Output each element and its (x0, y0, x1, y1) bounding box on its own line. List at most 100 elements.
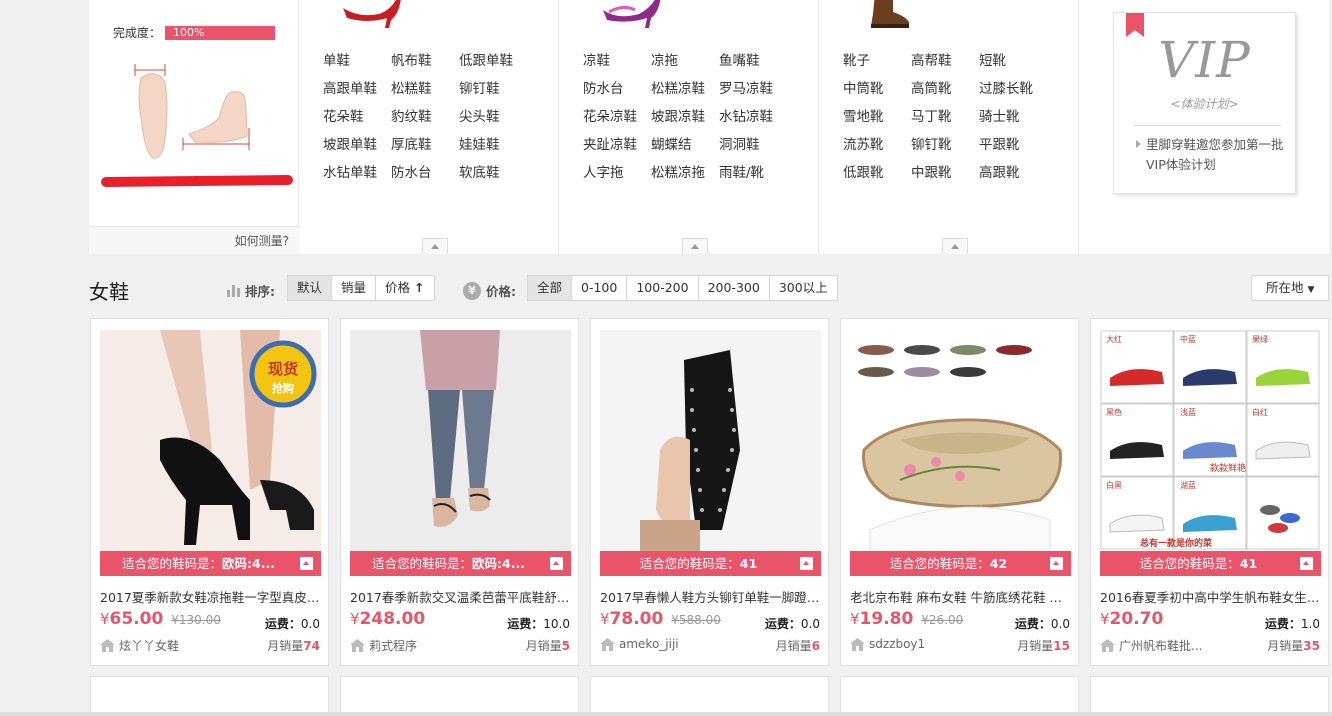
price-all-button[interactable]: 全部 (528, 276, 572, 300)
price-100-200-button[interactable]: 100-200 (626, 276, 697, 300)
category-link[interactable]: 花朵鞋 (323, 108, 391, 127)
category-link[interactable]: 松糕凉拖 (651, 164, 719, 183)
product-title[interactable]: 2016春夏季初中高中学生帆布鞋女生球鞋 (1100, 587, 1321, 606)
collapse-up-button[interactable] (682, 238, 708, 254)
category-link[interactable]: 水钻单鞋 (323, 164, 391, 183)
product-card[interactable]: 适合您的鞋码是：42 老北京布鞋 麻布女鞋 牛筋底绣花鞋 女款单鞋 ¥19.80… (840, 318, 1079, 666)
category-link[interactable]: 靴子 (843, 52, 911, 71)
vip-column: VIP <体验计划> 里脚穿鞋邀您参加第一批VIP体验计划 (1079, 0, 1329, 254)
product-title[interactable]: 老北京布鞋 麻布女鞋 牛筋底绣花鞋 女款单鞋 (850, 587, 1071, 606)
shop-link[interactable]: ameko_jiji (600, 637, 679, 651)
category-link[interactable]: 铆钉鞋 (459, 80, 539, 99)
how-to-measure-link[interactable]: 如何测量? (89, 226, 299, 254)
category-link[interactable]: 低跟靴 (843, 164, 911, 183)
product-image[interactable] (350, 330, 571, 551)
category-link[interactable]: 过膝长靴 (979, 80, 1059, 99)
category-link[interactable]: 松糕凉鞋 (651, 80, 719, 99)
shop-link[interactable]: 炫丫丫女鞋 (100, 637, 179, 654)
category-link[interactable]: 中筒靴 (843, 80, 911, 99)
product-card-partial[interactable] (840, 676, 1079, 716)
category-link[interactable]: 马丁靴 (911, 108, 979, 127)
shop-link[interactable]: 莉式程序 (350, 637, 417, 654)
location-dropdown[interactable]: 所在地 ▼ (1251, 275, 1329, 301)
category-link[interactable]: 雪地靴 (843, 108, 911, 127)
category-link[interactable]: 骑士靴 (979, 108, 1059, 127)
category-column-sandals: 凉鞋 凉拖 鱼嘴鞋 防水台 松糕凉鞋 罗马凉鞋 花朵凉鞋 坡跟凉鞋 水钻凉鞋 夹… (559, 0, 819, 254)
collapse-up-icon[interactable] (300, 557, 313, 570)
product-card[interactable]: 适合您的鞋码是：41 2017早春懒人鞋方头铆钉单鞋一脚蹬乐福鞋 ¥78.00 … (590, 318, 829, 666)
product-card-partial[interactable] (90, 676, 329, 716)
category-link[interactable]: 防水台 (391, 164, 459, 183)
category-link[interactable]: 坡跟单鞋 (323, 136, 391, 155)
category-link[interactable]: 蝴蝶结 (651, 136, 719, 155)
sort-sales-button[interactable]: 销量 (331, 276, 375, 300)
category-link[interactable]: 花朵凉鞋 (583, 108, 651, 127)
collapse-up-button[interactable] (942, 238, 968, 254)
product-image[interactable] (850, 330, 1071, 551)
category-link[interactable]: 水钻凉鞋 (719, 108, 799, 127)
vip-card[interactable]: VIP <体验计划> 里脚穿鞋邀您参加第一批VIP体验计划 (1113, 12, 1296, 194)
product-title[interactable]: 2017春季新款交叉温柔芭蕾平底鞋舒适百搭 (350, 587, 571, 606)
category-link[interactable]: 罗马凉鞋 (719, 80, 799, 99)
category-link[interactable]: 凉拖 (651, 52, 719, 71)
category-link[interactable]: 鱼嘴鞋 (719, 52, 799, 71)
product-price: ¥20.70 (1100, 609, 1164, 629)
category-link[interactable]: 短靴 (979, 52, 1059, 71)
category-link[interactable]: 低跟单鞋 (459, 52, 539, 71)
category-link[interactable]: 帆布鞋 (391, 52, 459, 71)
product-card-partial[interactable] (1090, 676, 1329, 716)
category-link[interactable]: 厚底鞋 (391, 136, 459, 155)
category-link[interactable]: 雨鞋/靴 (719, 164, 799, 183)
category-link[interactable]: 坡跟凉鞋 (651, 108, 719, 127)
collapse-up-button[interactable] (422, 238, 448, 254)
category-link[interactable]: 高帮鞋 (911, 52, 979, 71)
category-link[interactable]: 松糕鞋 (391, 80, 459, 99)
category-link[interactable]: 凉鞋 (583, 52, 651, 71)
category-link[interactable]: 铆钉靴 (911, 136, 979, 155)
category-link[interactable]: 高跟靴 (979, 164, 1059, 183)
color-label: 果绿 (1252, 335, 1268, 344)
category-link[interactable]: 防水台 (583, 80, 651, 99)
original-price: ¥26.00 (921, 613, 964, 627)
price-300-plus-button[interactable]: 300以上 (768, 276, 837, 300)
product-image[interactable]: 大红 中蓝 果绿 黑色 浅蓝 白红 白黑 湖蓝 款款鲜艳 总有一款是你的菜 (1100, 330, 1321, 551)
monthly-sales: 月销量35 (1267, 639, 1320, 653)
product-title[interactable]: 2017夏季新款女鞋凉拖鞋一字型真皮防水台高跟拖鞋 (100, 587, 321, 606)
vip-invite-text[interactable]: 里脚穿鞋邀您参加第一批VIP体验计划 (1136, 135, 1286, 175)
collapse-up-icon[interactable] (800, 557, 813, 570)
category-link[interactable]: 高筒靴 (911, 80, 979, 99)
yen-icon: ¥ (463, 281, 481, 300)
category-link[interactable]: 中跟靴 (911, 164, 979, 183)
collapse-up-icon[interactable] (1050, 557, 1063, 570)
collapse-up-icon[interactable] (550, 557, 563, 570)
shop-link[interactable]: sdzzboy1 (850, 637, 925, 651)
sort-default-button[interactable]: 默认 (288, 276, 332, 300)
product-card[interactable]: 大红 中蓝 果绿 黑色 浅蓝 白红 白黑 湖蓝 款款鲜艳 总有一款是你的菜 适合… (1090, 318, 1329, 666)
product-card-partial[interactable] (340, 676, 579, 716)
collapse-up-icon[interactable] (1300, 557, 1313, 570)
category-link[interactable]: 人字拖 (583, 164, 651, 183)
horizontal-scrollbar[interactable] (0, 712, 1332, 716)
product-card[interactable]: 适合您的鞋码是：欧码:4... 2017春季新款交叉温柔芭蕾平底鞋舒适百搭 ¥2… (340, 318, 579, 666)
price-200-300-button[interactable]: 200-300 (697, 276, 769, 300)
category-link[interactable]: 流苏靴 (843, 136, 911, 155)
category-link[interactable]: 软底鞋 (459, 164, 539, 183)
product-image[interactable] (600, 330, 821, 551)
category-link[interactable]: 夹趾凉鞋 (583, 136, 651, 155)
price-0-100-button[interactable]: 0-100 (571, 276, 626, 300)
product-title[interactable]: 2017早春懒人鞋方头铆钉单鞋一脚蹬乐福鞋 (600, 587, 821, 606)
category-link[interactable]: 平跟靴 (979, 136, 1059, 155)
category-link[interactable]: 尖头鞋 (459, 108, 539, 127)
shop-link[interactable]: 广州帆布鞋批... (1100, 637, 1202, 654)
sort-price-button[interactable]: 价格 ↑ (375, 276, 433, 300)
price-range-options: 全部 0-100 100-200 200-300 300以上 (527, 275, 838, 301)
product-image[interactable]: 现货 抢购 (100, 330, 321, 551)
category-link[interactable]: 洞洞鞋 (719, 136, 799, 155)
size-recommendation: 适合您的鞋码是：欧码:4... (350, 551, 571, 576)
category-link[interactable]: 豹纹鞋 (391, 108, 459, 127)
category-link[interactable]: 单鞋 (323, 52, 391, 71)
category-link[interactable]: 娃娃鞋 (459, 136, 539, 155)
product-card[interactable]: 现货 抢购 适合您的鞋码是：欧码:4... 2017夏季新款女鞋凉拖鞋一字型真皮… (90, 318, 329, 666)
product-card-partial[interactable] (590, 676, 829, 716)
category-link[interactable]: 高跟单鞋 (323, 80, 391, 99)
